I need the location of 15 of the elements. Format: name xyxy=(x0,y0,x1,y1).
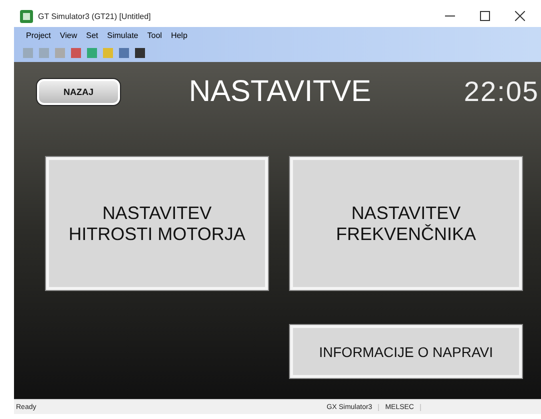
menu-item[interactable]: Set xyxy=(86,31,98,40)
screen-title: NASTAVITVE xyxy=(188,75,372,109)
menu-item[interactable]: Tool xyxy=(147,31,162,40)
window-title: GT Simulator3 (GT21) [Untitled] xyxy=(38,12,151,20)
close-icon[interactable] xyxy=(515,11,525,21)
menu-item[interactable]: View xyxy=(60,31,78,40)
menu-item[interactable]: Project xyxy=(26,31,51,40)
menu-item[interactable]: Simulate xyxy=(107,31,138,40)
back-button[interactable]: NAZAJ xyxy=(37,79,120,105)
clock: 22:05 xyxy=(464,76,539,108)
menu-button[interactable]: NASTAVITEV HITROSTI MOTORJA xyxy=(46,157,268,290)
maximize-icon[interactable] xyxy=(480,11,490,21)
menu-button[interactable]: INFORMACIJE O NAPRAVI xyxy=(290,325,522,378)
menu-button[interactable]: NASTAVITEV FREKVENČNIKA xyxy=(290,157,522,290)
menu-item[interactable]: Help xyxy=(170,31,188,40)
